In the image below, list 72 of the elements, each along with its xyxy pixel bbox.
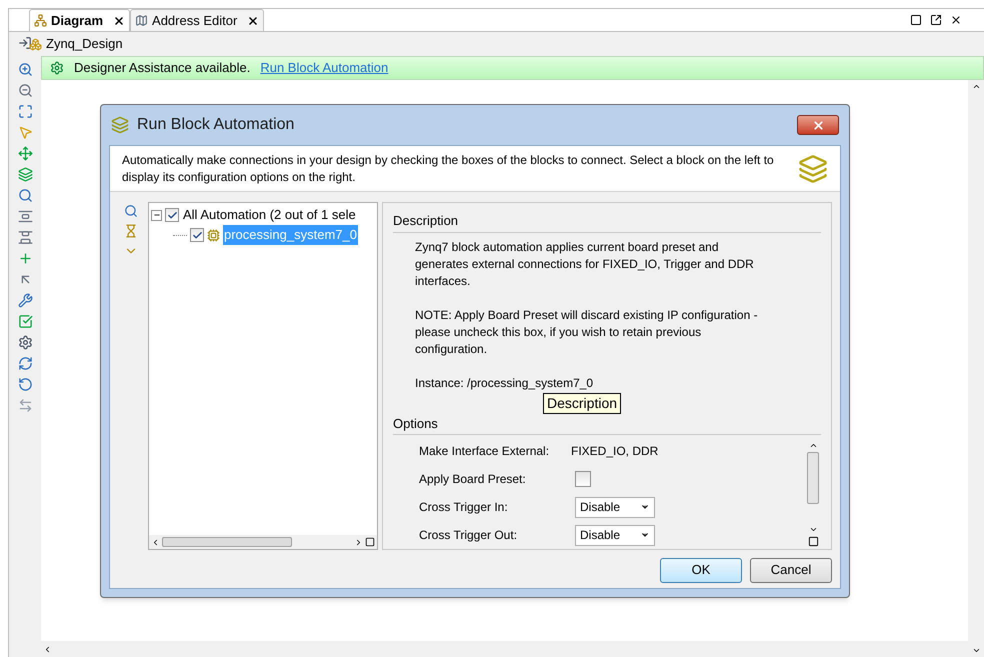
checkbox[interactable] (190, 228, 204, 242)
tab[interactable]: Diagram (29, 9, 130, 31)
checkbox[interactable] (575, 471, 591, 487)
vertical-scrollbar[interactable] (805, 441, 821, 549)
assistance-text: Designer Assistance available. (74, 59, 250, 78)
diagram-icon (34, 14, 47, 27)
collapse-panel-icon[interactable] (18, 36, 32, 50)
expand-icon[interactable] (18, 230, 32, 245)
move-icon[interactable] (18, 146, 32, 161)
option-label: Make Interface External: (419, 443, 550, 460)
dialog-button[interactable]: Cancel (750, 558, 832, 582)
dialog-button[interactable]: OK (660, 558, 742, 582)
search-icon[interactable] (124, 204, 138, 218)
app-logo-icon (111, 116, 129, 134)
scroll-right-icon[interactable] (354, 538, 363, 546)
tab-label: Address Editor (152, 12, 238, 30)
tooltip: Description (543, 392, 622, 414)
close-button[interactable] (797, 115, 839, 135)
close-icon[interactable] (247, 14, 260, 26)
zoom-out-icon[interactable] (18, 83, 32, 98)
section-heading: Description (393, 211, 821, 232)
design-name: Zynq_Design (46, 35, 123, 54)
validate-icon[interactable] (18, 314, 32, 329)
gear-icon[interactable] (18, 335, 32, 350)
scroll-up-icon[interactable] (972, 82, 980, 91)
close-icon (812, 118, 824, 132)
maximize-icon[interactable] (910, 14, 922, 26)
wrench-icon[interactable] (18, 293, 32, 308)
undo-icon[interactable] (18, 377, 32, 392)
description-text: Zynq7 block automation applies current board preset and generates external connections for FIXED_IO, Trigger and DDR interfaces. (415, 238, 755, 290)
tab-label: Diagram (51, 12, 104, 30)
dropdown[interactable]: Disable (575, 524, 655, 546)
option-label: Cross Trigger In: (419, 499, 509, 516)
tree-item[interactable]: All Automation (2 out of 1 sele (182, 205, 357, 225)
option-label: Apply Board Preset: (419, 471, 527, 488)
fit-view-icon[interactable] (18, 104, 32, 119)
design-icon (29, 38, 42, 50)
close-icon[interactable] (113, 14, 126, 26)
search-icon[interactable] (18, 188, 32, 203)
address-map-icon (135, 14, 148, 27)
run-automation-link[interactable]: Run Block Automation (260, 58, 388, 78)
vertical-scrollbar[interactable] (968, 80, 984, 657)
scroll-left-icon[interactable] (151, 538, 160, 546)
intro-text: Automatically make connections in your design by checking the boxes of the blocks to connect. Select a block on the left to display its configuration options on the right. (122, 152, 775, 186)
chip-icon (207, 228, 220, 242)
collapse-icon[interactable] (18, 209, 32, 224)
scroll-up-icon[interactable] (808, 441, 818, 450)
option-value: FIXED_IO, DDR (571, 443, 658, 460)
tab[interactable]: Address Editor (130, 9, 264, 31)
check-icon (192, 230, 202, 240)
close-icon[interactable] (950, 14, 962, 26)
resize-icon[interactable] (18, 398, 32, 413)
refresh-icon[interactable] (18, 356, 32, 371)
float-icon[interactable] (930, 14, 942, 26)
section-heading: Options (393, 414, 821, 435)
dialog-title: Run Block Automation (137, 115, 294, 135)
scroll-left-icon[interactable] (43, 644, 52, 654)
option-label: Cross Trigger Out: (419, 527, 518, 544)
horizontal-scrollbar[interactable] (149, 535, 377, 549)
zoom-in-icon[interactable] (18, 62, 32, 77)
dropdown[interactable]: Disable (575, 496, 655, 518)
scroll-down-icon[interactable] (972, 646, 980, 655)
gear-icon (50, 61, 64, 75)
description-text: NOTE: Apply Board Preset will discard existing IP configuration - please uncheck this box, if you wish to retain previous configuration. (415, 306, 759, 358)
logo-icon (798, 154, 828, 184)
expander-icon[interactable] (151, 210, 162, 220)
corner-icon (808, 536, 818, 547)
description-text: Instance: /processing_system7_0 (415, 374, 594, 392)
corner-icon (365, 537, 375, 547)
checkbox[interactable] (165, 208, 179, 222)
scroll-down-icon[interactable] (808, 525, 818, 534)
check-icon (166, 210, 178, 220)
